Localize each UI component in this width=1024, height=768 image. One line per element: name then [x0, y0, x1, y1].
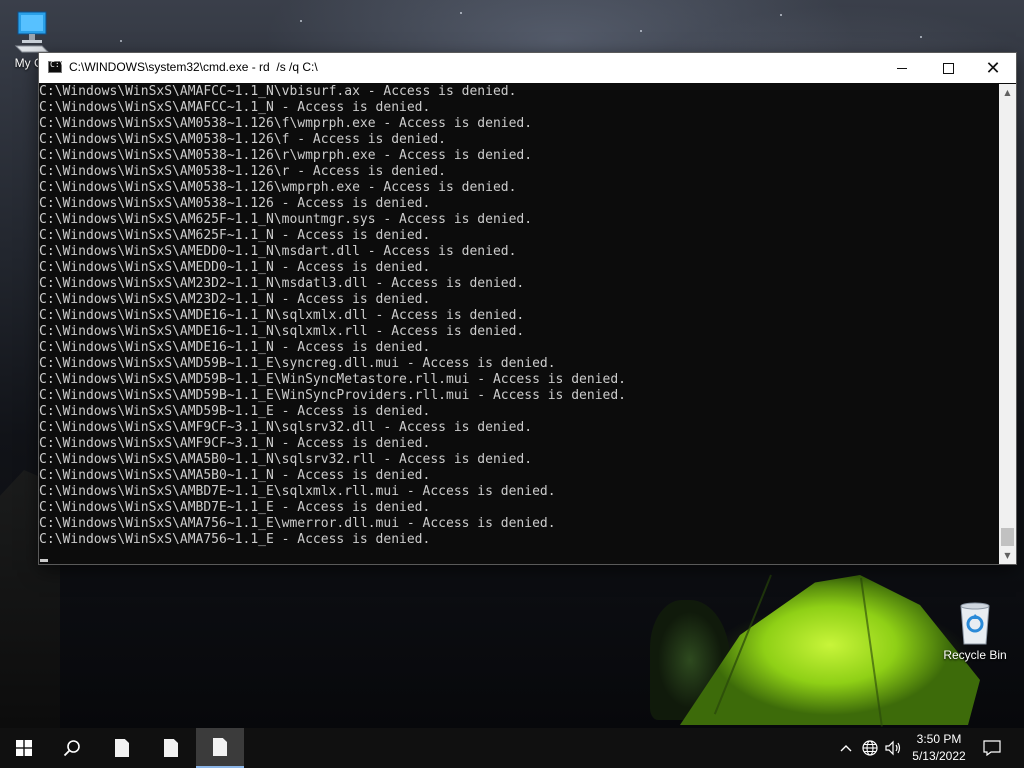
minimize-button[interactable]	[879, 53, 925, 83]
console-line: C:\Windows\WinSxS\AMDE16~1.1_N - Access …	[39, 340, 431, 355]
window-title: C:\WINDOWS\system32\cmd.exe - rd /s /q C…	[69, 60, 318, 74]
chevron-up-icon[interactable]	[834, 728, 858, 768]
clock[interactable]: 3:50 PM 5/13/2022	[906, 731, 972, 765]
minimize-icon	[897, 67, 907, 69]
console-line: C:\Windows\WinSxS\AMEDD0~1.1_N\msdart.dl…	[39, 244, 517, 259]
windows-logo-icon	[16, 740, 32, 756]
console-line: C:\Windows\WinSxS\AM0538~1.126\f - Acces…	[39, 132, 446, 147]
taskbar: 3:50 PM 5/13/2022	[0, 728, 1024, 768]
desktop-icon-recycle-bin[interactable]: Recycle Bin	[938, 600, 1012, 662]
console-line: C:\Windows\WinSxS\AMD59B~1.1_E - Access …	[39, 404, 431, 419]
console-line: C:\Windows\WinSxS\AM23D2~1.1_N - Access …	[39, 292, 431, 307]
speaker-icon[interactable]	[882, 728, 906, 768]
scroll-thumb[interactable]	[1001, 528, 1014, 546]
document-icon	[115, 739, 129, 757]
console-line: C:\Windows\WinSxS\AM23D2~1.1_N\msdatl3.d…	[39, 276, 525, 291]
search-button[interactable]	[48, 728, 96, 768]
console-line: C:\Windows\WinSxS\AM625F~1.1_N - Access …	[39, 228, 431, 243]
recycle-bin-icon	[960, 602, 990, 645]
taskbar-app-document[interactable]	[98, 728, 146, 768]
taskbar-app-document-active[interactable]	[196, 728, 244, 768]
star	[460, 12, 462, 14]
console-line: C:\Windows\WinSxS\AM0538~1.126\r - Acces…	[39, 164, 446, 179]
text-cursor	[40, 559, 48, 562]
globe-icon[interactable]	[858, 728, 882, 768]
console-line: C:\Windows\WinSxS\AMA756~1.1_E\wmerror.d…	[39, 516, 556, 531]
maximize-icon	[942, 62, 954, 74]
cmd-icon: C:\	[48, 60, 64, 73]
notification-button[interactable]	[976, 728, 1008, 768]
notification-icon	[983, 740, 1001, 756]
document-icon	[164, 739, 178, 757]
taskbar-app-document[interactable]	[147, 728, 195, 768]
vertical-scrollbar[interactable]: ▲ ▼	[999, 84, 1016, 564]
console-line: C:\Windows\WinSxS\AMDE16~1.1_N\sqlxmlx.d…	[39, 308, 525, 323]
start-button[interactable]	[0, 728, 48, 768]
desktop-icon-label: Recycle Bin	[943, 648, 1007, 662]
console-line: C:\Windows\WinSxS\AMF9CF~3.1_N - Access …	[39, 436, 431, 451]
console-line: C:\Windows\WinSxS\AMF9CF~3.1_N\sqlsrv32.…	[39, 420, 533, 435]
console-line: C:\Windows\WinSxS\AMA5B0~1.1_N\sqlsrv32.…	[39, 452, 533, 467]
console-line: C:\Windows\WinSxS\AMA756~1.1_E - Access …	[39, 532, 431, 547]
title-bar[interactable]: C:\ C:\WINDOWS\system32\cmd.exe - rd /s …	[39, 53, 1016, 83]
console-line: C:\Windows\WinSxS\AMD59B~1.1_E\syncreg.d…	[39, 356, 556, 371]
document-icon	[213, 738, 227, 756]
console-line: C:\Windows\WinSxS\AMDE16~1.1_N\sqlxmlx.r…	[39, 324, 525, 339]
console-line: C:\Windows\WinSxS\AMD59B~1.1_E\WinSyncMe…	[39, 372, 626, 387]
clock-time: 3:50 PM	[916, 732, 962, 746]
console-line: C:\Windows\WinSxS\AMD59B~1.1_E\WinSyncPr…	[39, 388, 626, 403]
scroll-down-arrow-icon[interactable]: ▼	[999, 547, 1016, 564]
star	[780, 14, 782, 16]
console-line: C:\Windows\WinSxS\AMAFCC~1.1_N - Access …	[39, 100, 431, 115]
close-icon: ✕	[985, 57, 1001, 79]
console-line: C:\Windows\WinSxS\AM0538~1.126\wmprph.ex…	[39, 180, 517, 195]
cmd-window: C:\ C:\WINDOWS\system32\cmd.exe - rd /s …	[39, 53, 1016, 564]
star	[920, 36, 922, 38]
star	[120, 40, 122, 42]
clock-date: 5/13/2022	[912, 749, 966, 763]
console-line: C:\Windows\WinSxS\AM0538~1.126\r\wmprph.…	[39, 148, 533, 163]
console-line: C:\Windows\WinSxS\AMBD7E~1.1_E - Access …	[39, 500, 431, 515]
console-line: C:\Windows\WinSxS\AM625F~1.1_N\mountmgr.…	[39, 212, 533, 227]
console-line: C:\Windows\WinSxS\AM0538~1.126\f\wmprph.…	[39, 116, 533, 131]
console-output[interactable]: C:\Windows\WinSxS\AMAFCC~1.1_N\vbisurf.a…	[39, 84, 999, 564]
console-line: C:\Windows\WinSxS\AMBD7E~1.1_E\sqlxmlx.r…	[39, 484, 556, 499]
star	[300, 20, 302, 22]
console-line: C:\Windows\WinSxS\AMAFCC~1.1_N\vbisurf.a…	[39, 84, 517, 99]
star	[640, 30, 642, 32]
close-button[interactable]: ✕	[970, 53, 1016, 83]
console-line: C:\Windows\WinSxS\AMA5B0~1.1_N - Access …	[39, 468, 431, 483]
console-line: C:\Windows\WinSxS\AMEDD0~1.1_N - Access …	[39, 260, 431, 275]
console-line: C:\Windows\WinSxS\AM0538~1.126 - Access …	[39, 196, 431, 211]
computer-icon	[14, 11, 50, 53]
search-icon	[63, 740, 80, 757]
maximize-button[interactable]	[925, 53, 971, 83]
scroll-up-arrow-icon[interactable]: ▲	[999, 84, 1016, 101]
system-tray	[834, 728, 906, 768]
